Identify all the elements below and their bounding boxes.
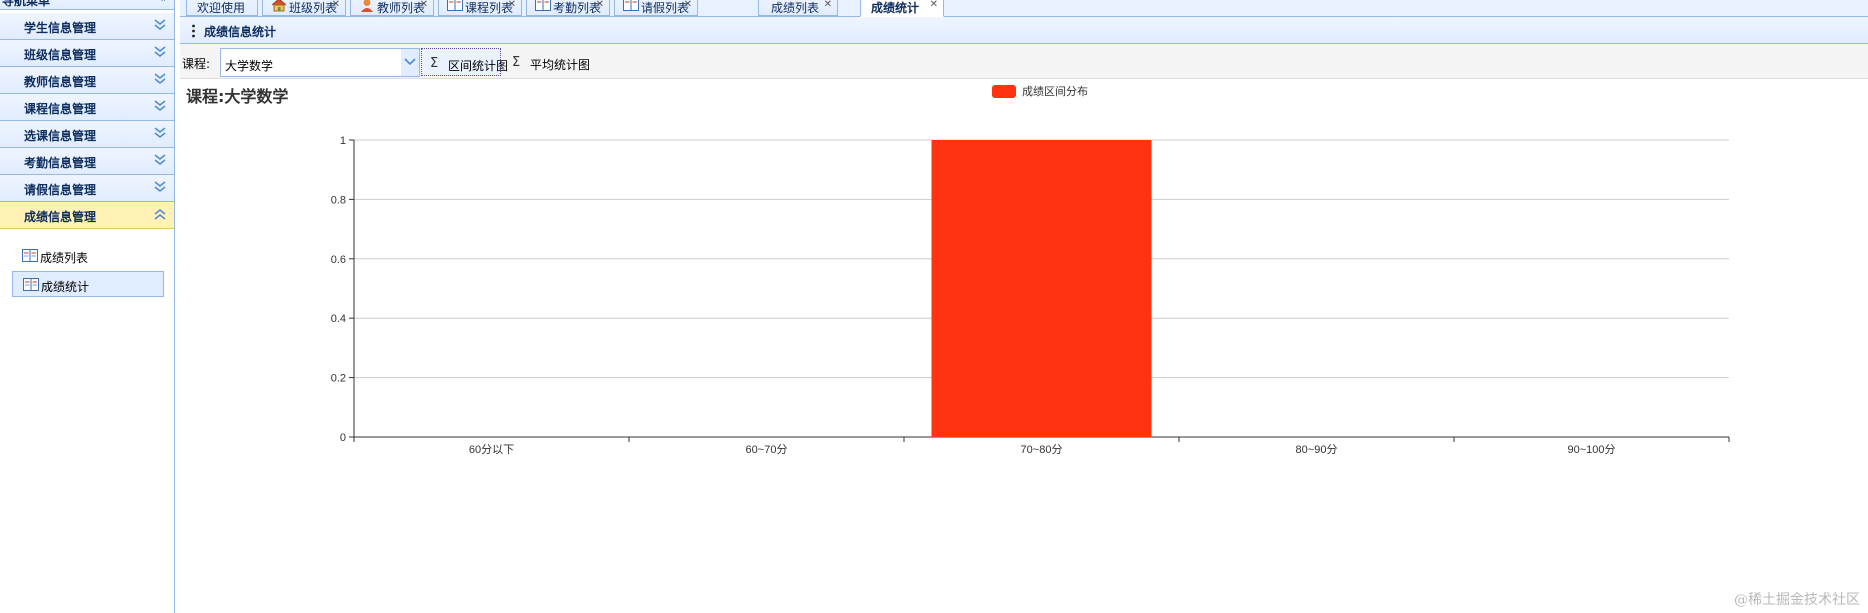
- nav-item-label: 教师信息管理: [24, 75, 97, 89]
- tab-leave-list[interactable]: 请假列表 ✕: [614, 0, 698, 16]
- x-tick-label: 70~80分: [1021, 443, 1063, 456]
- panel-title: 成绩信息统计: [204, 25, 277, 39]
- close-icon[interactable]: ✕: [684, 0, 692, 10]
- close-icon[interactable]: ✕: [596, 0, 604, 10]
- chevron-down-icon: [154, 45, 166, 59]
- book-icon: [535, 0, 551, 12]
- nav-item-attendance[interactable]: 考勤信息管理: [0, 148, 174, 175]
- nav-item-course[interactable]: 课程信息管理: [0, 94, 174, 121]
- nav-item-label: 班级信息管理: [24, 48, 97, 62]
- chevron-up-icon: [154, 207, 166, 221]
- range-chart-label: 区间统计图: [448, 59, 509, 73]
- teacher-icon: [359, 0, 375, 12]
- grade-distribution-chart: 0 0.2 0.4 0.6 0.8 1 60分以下 60~70分 70~80分 80~90分 90~…: [331, 85, 1730, 456]
- toolbar: 课程: 大学数学 Σ 区间统计图 Σ 平均统计图: [180, 44, 1868, 79]
- chevron-down-icon: [154, 180, 166, 194]
- nav-item-teacher[interactable]: 教师信息管理: [0, 67, 174, 94]
- y-tick-label: 1: [340, 135, 346, 147]
- y-tick-label: 0.6: [331, 254, 346, 266]
- nav-item-label: 选课信息管理: [24, 129, 97, 143]
- book-icon: [623, 0, 639, 12]
- nav-item-label: 考勤信息管理: [24, 156, 97, 170]
- nav-item-leave[interactable]: 请假信息管理: [0, 175, 174, 202]
- nav-item-label: 学生信息管理: [24, 21, 97, 35]
- y-tick-label: 0: [340, 432, 346, 444]
- sigma-icon: Σ: [512, 55, 521, 70]
- sub-item-grade-stats[interactable]: 成绩统计: [12, 271, 164, 297]
- nav-item-grades[interactable]: 成绩信息管理: [0, 202, 174, 229]
- chevron-down-icon: [154, 18, 166, 32]
- panel-header: 成绩信息统计: [180, 17, 1868, 44]
- sub-item-grade-list[interactable]: 成绩列表: [12, 243, 164, 269]
- tab-attendance-list[interactable]: 考勤列表 ✕: [526, 0, 610, 16]
- tab-class-list[interactable]: 班级列表 ✕: [262, 0, 346, 16]
- x-tick-label: 60分以下: [469, 443, 514, 456]
- sub-item-label: 成绩统计: [41, 280, 90, 294]
- tab-course-list[interactable]: 课程列表 ✕: [438, 0, 522, 16]
- nav-item-selection[interactable]: 选课信息管理: [0, 121, 174, 148]
- average-chart-label: 平均统计图: [530, 58, 591, 72]
- tab-label: 考勤列表: [553, 1, 602, 15]
- book-icon: [23, 278, 39, 291]
- close-icon[interactable]: ✕: [824, 0, 832, 10]
- close-icon[interactable]: ✕: [508, 0, 516, 10]
- y-tick-label: 0.4: [331, 313, 346, 325]
- tab-teacher-list[interactable]: 教师列表 ✕: [350, 0, 434, 16]
- course-label: 课程:: [182, 57, 211, 71]
- close-icon[interactable]: ✕: [332, 0, 340, 10]
- watermark: @稀土掘金技术社区: [1734, 592, 1860, 608]
- chart-area: 0 0.2 0.4 0.6 0.8 1 60分以下 60~70分 70~80分 80~90分 90~…: [180, 79, 1868, 613]
- close-icon[interactable]: ✕: [930, 0, 938, 10]
- tab-welcome[interactable]: 欢迎使用: [186, 0, 258, 16]
- book-icon: [22, 249, 38, 262]
- chart-title: 课程:大学数学: [186, 87, 289, 106]
- chevron-down-icon: [154, 126, 166, 140]
- nav-item-label: 请假信息管理: [24, 183, 97, 197]
- legend-swatch: [992, 85, 1016, 98]
- nav-item-class[interactable]: 班级信息管理: [0, 40, 174, 67]
- sigma-icon: Σ: [430, 56, 439, 71]
- nav-item-label: 课程信息管理: [24, 102, 97, 116]
- tab-grade-stats[interactable]: 成绩统计 ✕: [860, 0, 944, 17]
- average-chart-button[interactable]: Σ 平均统计图: [504, 48, 591, 76]
- nav-item-label: 成绩信息管理: [24, 210, 97, 224]
- close-icon[interactable]: ✕: [420, 0, 428, 10]
- chevron-down-icon: [154, 72, 166, 86]
- course-select-value: 大学数学: [225, 59, 274, 73]
- tab-label: 欢迎使用: [197, 1, 246, 15]
- tab-label: 班级列表: [289, 1, 338, 15]
- sidebar: 导航菜单 « 学生信息管理 班级信息管理 教师信息管理 课程信息管理 选课信息管…: [0, 0, 175, 613]
- tab-grade-list[interactable]: 成绩列表 ✕: [758, 0, 838, 16]
- course-select[interactable]: 大学数学: [220, 48, 420, 77]
- sub-item-label: 成绩列表: [40, 251, 89, 265]
- tab-label: 成绩统计: [871, 1, 920, 15]
- sidebar-title: 导航菜单: [2, 0, 51, 8]
- tab-bar: 欢迎使用 班级列表 ✕ 教师列表 ✕ 课程列表 ✕ 考勤列表 ✕ 请假列表 ✕ …: [180, 0, 1868, 17]
- x-tick-label: 80~90分: [1296, 443, 1338, 456]
- grip-icon: [192, 24, 195, 38]
- range-chart-button[interactable]: Σ 区间统计图: [421, 48, 508, 76]
- y-tick-label: 0.8: [331, 194, 346, 206]
- tab-label: 请假列表: [641, 1, 690, 15]
- tab-label: 成绩列表: [771, 1, 820, 15]
- nav-item-student[interactable]: 学生信息管理: [0, 13, 174, 40]
- legend-label: 成绩区间分布: [1022, 85, 1088, 98]
- book-icon: [447, 0, 463, 12]
- tab-label: 课程列表: [465, 1, 514, 15]
- chevron-down-icon[interactable]: [401, 49, 419, 76]
- y-tick-label: 0.2: [331, 373, 346, 385]
- x-tick-label: 60~70分: [746, 443, 788, 456]
- collapse-icon[interactable]: «: [159, 0, 166, 5]
- sidebar-header: 导航菜单 «: [0, 0, 174, 10]
- chevron-down-icon: [154, 153, 166, 167]
- bar: [931, 140, 1152, 437]
- house-icon: [271, 0, 287, 12]
- chevron-down-icon: [154, 99, 166, 113]
- tab-label: 教师列表: [377, 1, 426, 15]
- x-tick-label: 90~100分: [1567, 443, 1615, 456]
